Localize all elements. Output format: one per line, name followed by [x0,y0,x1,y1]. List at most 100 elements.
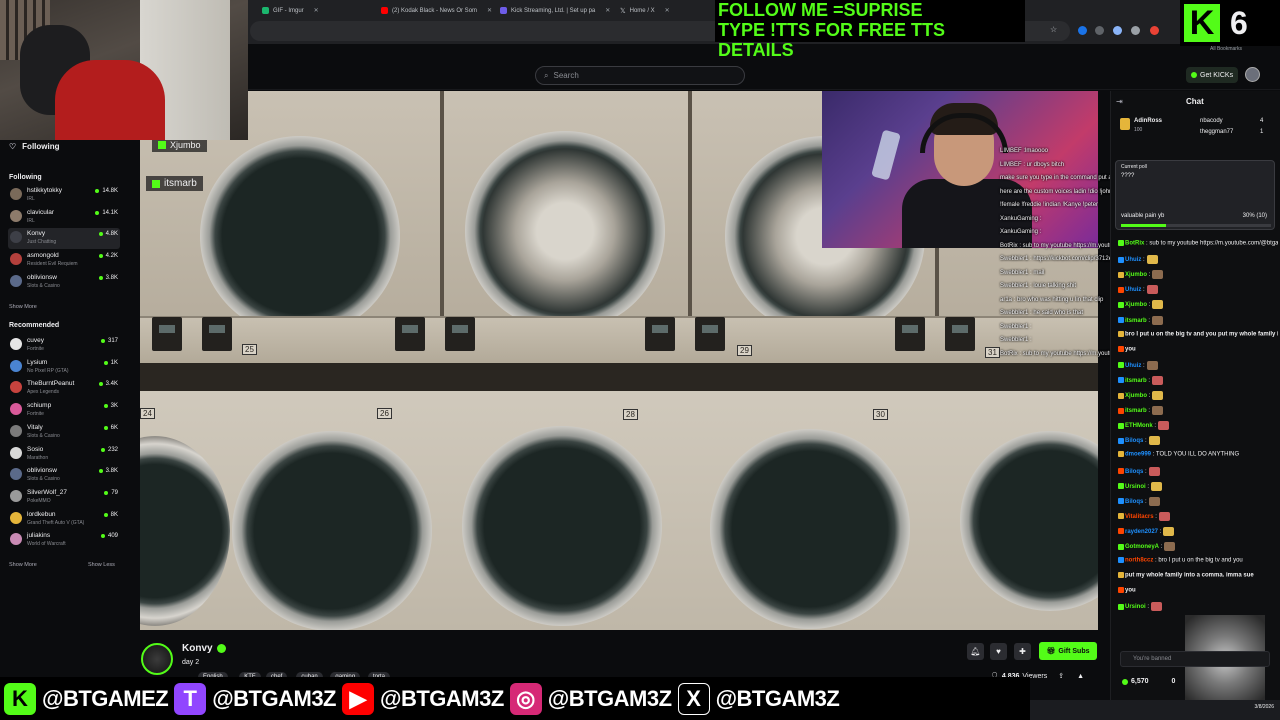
chat-message[interactable]: BotRix : sub to my youtube https://m.you… [1118,240,1278,247]
chat-username[interactable]: you [1125,588,1136,594]
heart-icon[interactable]: ♡ [9,142,16,151]
chat-username[interactable]: Xjumbo [1125,302,1147,308]
chat-username[interactable]: Biloqs [1125,499,1143,505]
chat-username[interactable]: dmoe999 [1125,452,1151,458]
chat-username[interactable]: bro I put u on the big tv and you put my… [1125,331,1278,337]
get-kicks-button[interactable]: Get KICKs [1186,67,1239,83]
show-more-link[interactable]: Show More [9,304,37,310]
close-icon[interactable]: ✕ [314,7,319,14]
gift-subs-button[interactable]: 🎁︎ Gift Subs [1039,642,1097,660]
chat-username[interactable]: itsmarb [1125,378,1147,384]
streamer-name[interactable]: Konvy [182,643,226,654]
sidebar-item[interactable]: oblivionsw Slots & Casino 3.8K [8,272,120,293]
show-less-link[interactable]: Show Less [88,562,115,568]
extension-icon[interactable] [1131,26,1140,35]
chat-username[interactable]: BotRix [1125,241,1144,247]
poll-card[interactable]: Current poll ???? valuable pain yb 30% (… [1115,160,1275,230]
browser-tab[interactable]: (2) Kodak Black - News Or Som ✕ [381,3,492,18]
chat-message[interactable]: Biloqs : [1118,466,1278,476]
share-icon[interactable]: ⇪ [1058,672,1064,680]
sidebar-item[interactable]: clavicular IRL 14.1K [8,207,120,228]
chat-username[interactable]: Xjumbo [1125,272,1147,278]
chat-username[interactable]: ETHMonk [1125,423,1153,429]
sidebar-item[interactable]: Lysium No Pixel RP (GTA) 1K [8,357,120,378]
sidebar-item[interactable]: Vitaly Slots & Casino 6K [8,422,120,443]
chat-username[interactable]: itsmarb [1125,318,1147,324]
chat-message[interactable]: Uhuiz : [1118,360,1278,370]
extension-icon[interactable] [1150,26,1159,35]
chat-username[interactable]: Xjumbo [1125,393,1147,399]
sidebar-item[interactable]: schiump Fortnite 3K [8,400,120,421]
chat-message[interactable]: bro I put u on the big tv and you put my… [1118,330,1278,337]
chat-message[interactable]: Xjumbo : [1118,270,1278,280]
close-icon[interactable]: ✕ [665,7,670,14]
search-input[interactable]: ⌕ Search [535,66,745,85]
gift-icon[interactable]: ✚ [1014,643,1031,660]
chat-message[interactable]: you [1118,345,1278,352]
chat-username[interactable]: Biloqs [1125,469,1143,475]
chat-username[interactable]: Vitalitacrs [1125,514,1154,520]
close-icon[interactable]: ✕ [487,7,492,14]
chat-message[interactable]: itsmarb : [1118,375,1278,385]
chat-message[interactable]: Biloqs : [1118,436,1278,446]
chat-username[interactable]: GotmoneyA [1125,544,1159,550]
chat-username[interactable]: put my whole family into a comma. imma s… [1125,573,1254,579]
chat-username[interactable]: you [1125,346,1136,352]
sidebar-item[interactable]: oblivionsw Slots & Casino 3.8K [8,465,120,486]
extension-icon[interactable] [1095,26,1104,35]
chat-username[interactable]: Uhuiz [1125,363,1141,369]
chat-username[interactable]: itsmarb [1125,408,1147,414]
sidebar-item[interactable]: Sosio Marathon 232 [8,444,120,465]
sidebar-item[interactable]: Konvy Just Chatting 4.8K [8,228,120,250]
chat-username[interactable]: Ursinoi [1125,604,1146,610]
sidebar-item[interactable]: juliakins World of Warcraft 409 [8,530,120,551]
chat-message[interactable]: Xjumbo : [1118,300,1278,310]
chat-username[interactable]: Ursinoi [1125,484,1146,490]
chat-message[interactable]: itsmarb : [1118,406,1278,416]
extension-icon[interactable] [1113,26,1122,35]
chat-message[interactable]: Ursinoi : [1118,602,1278,612]
sidebar-item[interactable]: hstikkytokky IRL 14.8K [8,185,120,206]
chat-message[interactable]: north8ccz : bro I put u on the big tv an… [1118,557,1278,564]
chat-username[interactable]: Uhuiz [1125,257,1141,263]
chat-username[interactable]: north8ccz [1125,558,1153,564]
chat-message[interactable]: you [1118,587,1278,594]
heart-icon[interactable]: ♥ [990,643,1007,660]
sidebar-item[interactable]: SilverWolf_27 PokeMMO 79 [8,487,120,508]
browser-tab[interactable]: GIF - Imgur ✕ [262,3,319,18]
bell-icon[interactable]: 🔔︎ [967,643,984,660]
show-more-link[interactable]: Show More [9,562,37,568]
sidebar-item[interactable]: TheBurntPeanut Apex Legends 3.4K [8,378,120,399]
chat-message[interactable]: ETHMonk : [1118,421,1278,431]
collapse-chat-icon[interactable]: ⇥ [1116,97,1123,106]
chat-message[interactable]: Biloqs : [1118,496,1278,506]
chat-message[interactable]: Vitalitacrs : [1118,511,1278,521]
chat-username[interactable]: Biloqs [1125,438,1143,444]
chat-username[interactable]: rayden2027 [1125,529,1158,535]
chat-message[interactable]: Uhuiz : [1118,255,1278,265]
browser-tab[interactable]: 𝕏 Home / X ✕ [620,3,670,18]
chat-message[interactable]: Uhuiz : [1118,285,1278,295]
chat-message[interactable]: Xjumbo : [1118,391,1278,400]
poll-option[interactable]: valuable pain yb 30% (10) [1121,213,1271,223]
sidebar-header: ♡ Following [9,142,60,151]
chat-message[interactable]: dmoe999 : TOLD YOU ILL DO ANYTHING [1118,451,1278,458]
star-icon[interactable]: ☆ [1050,25,1059,34]
sidebar-item[interactable]: lordkebun Grand Theft Auto V (GTA) 8K [8,509,120,530]
sidebar-item[interactable]: cuvey Fortnite 317 [8,335,120,356]
chat-username[interactable]: Uhuiz [1125,287,1141,293]
extension-icon[interactable] [1078,26,1087,35]
all-bookmarks[interactable]: All Bookmarks [1210,46,1242,52]
chat-message[interactable]: put my whole family into a comma. imma s… [1118,572,1278,579]
chat-message[interactable]: Ursinoi : [1118,481,1278,491]
chat-message[interactable]: GotmoneyA : [1118,542,1278,551]
chat-message[interactable]: itsmarb : [1118,315,1278,325]
browser-tab[interactable]: Kick Streaming, Ltd. | Set up pa ✕ [500,3,610,18]
streamer-avatar[interactable] [141,643,173,675]
sidebar-item[interactable]: asmongold Resident Evil Requiem 4.2K [8,250,120,271]
user-avatar[interactable] [1245,67,1260,82]
close-icon[interactable]: ✕ [605,7,610,14]
chat-input[interactable]: You're banned [1120,651,1270,667]
chat-message[interactable]: rayden2027 : [1118,526,1278,536]
more-icon[interactable]: ▲ [1077,673,1084,680]
